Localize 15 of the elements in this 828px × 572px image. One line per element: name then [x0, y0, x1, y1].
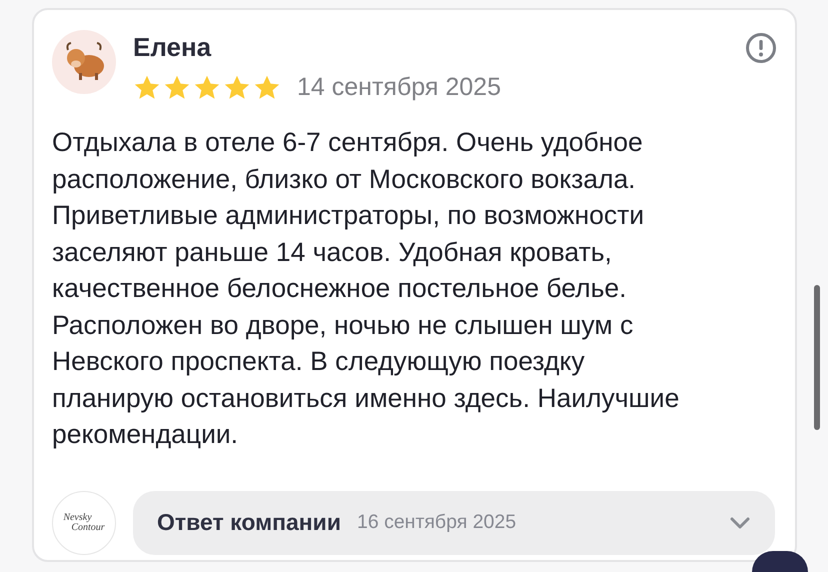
- reply-label: Ответ компании: [157, 509, 341, 536]
- scrollbar[interactable]: [814, 285, 820, 430]
- star-icon: [163, 74, 191, 101]
- star-icon: [133, 74, 161, 101]
- floating-button[interactable]: [752, 551, 808, 572]
- company-logo: Nevsky Contour: [52, 490, 116, 554]
- company-reply-toggle[interactable]: Ответ компании 16 сентября 2025: [133, 490, 775, 554]
- report-icon[interactable]: [745, 32, 777, 64]
- star-icon: [193, 74, 221, 101]
- star-icon: [223, 74, 251, 101]
- review-date: 14 сентября 2025: [297, 73, 501, 102]
- reply-date: 16 сентября 2025: [356, 511, 518, 534]
- star-icon: [253, 74, 281, 101]
- review-text: Отдыхала в отеле 6-7 сентября. Очень удобное расположение, близко от Московского вокзала. Приветливые администраторы, по возможности заселяют раньше 14 часов. Удобная кровать, качественное белоснежное постельное белье. Расположен во дворе, ночью не слышен шум с Невского проспекта. В следующую поездку планирую остановиться именно здесь. Наилучшие рекомендации.: [52, 126, 680, 451]
- author-name: Елена: [133, 32, 212, 63]
